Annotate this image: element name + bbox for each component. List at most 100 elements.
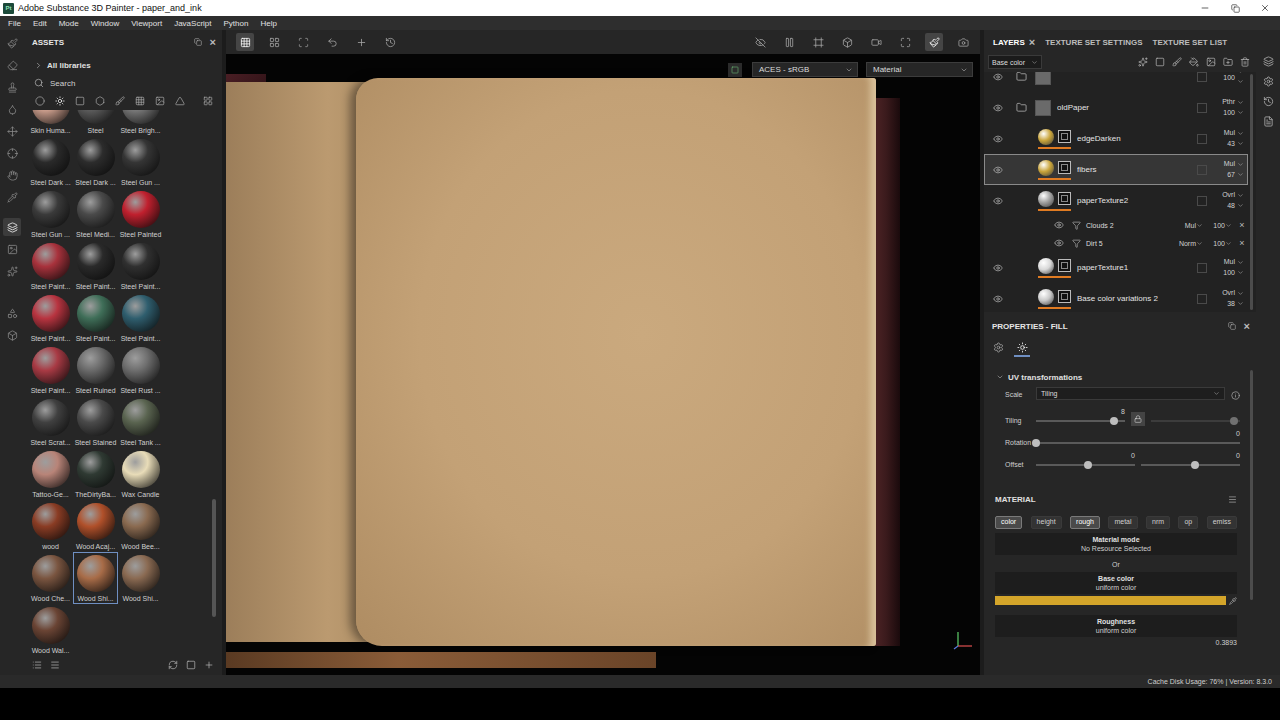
mesh-icon[interactable] bbox=[7, 330, 18, 341]
display-channel-dropdown[interactable]: Material bbox=[866, 62, 973, 77]
fill-layer-icon[interactable] bbox=[1189, 57, 1199, 67]
layer-row[interactable]: paperTexture2Ovrl48 bbox=[984, 185, 1248, 216]
slider-thumb[interactable] bbox=[1032, 439, 1040, 447]
material-icon[interactable] bbox=[1017, 342, 1028, 353]
layer-opacity[interactable]: 100 bbox=[1223, 269, 1235, 277]
info-icon[interactable] bbox=[1231, 391, 1240, 400]
filter-icon[interactable] bbox=[95, 96, 105, 106]
mask-slot[interactable] bbox=[1197, 134, 1207, 144]
section-header[interactable]: UV transformations bbox=[984, 370, 1248, 384]
close-tab-button[interactable]: × bbox=[1029, 37, 1035, 48]
flip-icon[interactable] bbox=[327, 37, 338, 48]
channel-toggle[interactable]: emiss bbox=[1207, 516, 1237, 529]
chevron-down-icon[interactable] bbox=[996, 373, 1004, 381]
settings-icon[interactable] bbox=[1263, 76, 1274, 87]
close-panel-button[interactable]: × bbox=[210, 37, 216, 48]
eraser-icon[interactable] bbox=[7, 60, 18, 71]
mask-slot[interactable] bbox=[1197, 294, 1207, 304]
tool-button[interactable] bbox=[3, 144, 21, 162]
eye-icon[interactable] bbox=[993, 294, 1003, 304]
chevron-down-icon[interactable] bbox=[1196, 222, 1203, 229]
channel-toggle[interactable]: metal bbox=[1108, 516, 1137, 529]
chevron-down-icon[interactable] bbox=[845, 66, 853, 74]
effect-opacity[interactable]: 100 bbox=[1203, 240, 1225, 247]
filter-button[interactable] bbox=[174, 95, 186, 107]
asset-item[interactable]: Steel Painted bbox=[118, 188, 163, 240]
viewport-tool[interactable] bbox=[381, 33, 399, 51]
display-icon[interactable] bbox=[731, 66, 739, 74]
layer-opacity[interactable]: 100 bbox=[1223, 74, 1235, 82]
layer-opacity[interactable]: 48 bbox=[1227, 202, 1235, 210]
mask-slot[interactable] bbox=[1197, 165, 1207, 175]
asset-item[interactable]: Steel Paint... bbox=[118, 292, 163, 344]
roughness-source[interactable]: Roughnessuniform color bbox=[995, 615, 1237, 637]
tiling-slider[interactable] bbox=[1151, 407, 1240, 426]
search-field[interactable]: Search bbox=[24, 74, 222, 92]
chevron-down-icon[interactable] bbox=[1237, 290, 1244, 297]
visibility-toggle[interactable] bbox=[989, 134, 1007, 144]
offset-slider[interactable]: 0 bbox=[1036, 451, 1135, 470]
blend-mode[interactable]: Mul bbox=[1224, 129, 1235, 137]
minimize-icon[interactable] bbox=[1200, 3, 1210, 13]
slider-thumb[interactable] bbox=[1110, 417, 1118, 425]
assets-icon[interactable] bbox=[7, 222, 18, 233]
base-color-source[interactable]: Base coloruniform color bbox=[995, 572, 1237, 594]
tool-button[interactable] bbox=[3, 188, 21, 206]
slider-thumb[interactable] bbox=[1191, 461, 1199, 469]
chevron-down-icon[interactable] bbox=[1237, 72, 1244, 75]
picker-icon[interactable] bbox=[7, 192, 18, 203]
asset-item[interactable]: Steel Gun ... bbox=[28, 188, 73, 240]
add-view-icon[interactable] bbox=[356, 37, 367, 48]
filter-button[interactable] bbox=[154, 95, 166, 107]
detach-icon[interactable] bbox=[194, 38, 202, 46]
rotation-slider[interactable]: 0 bbox=[1036, 429, 1240, 448]
paint-layer-icon[interactable] bbox=[1172, 57, 1182, 67]
offset-slider[interactable]: 0 bbox=[1141, 451, 1240, 470]
chevron-down-icon[interactable] bbox=[1237, 130, 1244, 137]
shapes-icon[interactable] bbox=[7, 308, 18, 319]
log-icon[interactable] bbox=[1263, 116, 1274, 127]
channel-toggle[interactable]: color bbox=[995, 516, 1022, 529]
layer-row[interactable]: edgeDarkenMul43 bbox=[984, 123, 1248, 154]
mask-thumbnail[interactable] bbox=[1058, 130, 1071, 143]
screenshot-icon[interactable] bbox=[958, 37, 969, 48]
mask-slot[interactable] bbox=[1197, 72, 1207, 82]
viewport-tool[interactable] bbox=[323, 33, 341, 51]
image-layer-icon[interactable] bbox=[1206, 57, 1216, 67]
visibility-toggle[interactable] bbox=[989, 165, 1007, 175]
mask-slot[interactable] bbox=[1197, 263, 1207, 273]
slider-thumb[interactable] bbox=[1084, 461, 1092, 469]
split-view-icon[interactable] bbox=[269, 37, 280, 48]
asset-item[interactable]: Steel Dark ... bbox=[28, 136, 73, 188]
filter-button[interactable] bbox=[34, 95, 46, 107]
effect-icon[interactable] bbox=[1072, 221, 1081, 230]
blend-mode[interactable]: Ovrl bbox=[1222, 191, 1235, 199]
object-icon[interactable] bbox=[842, 37, 853, 48]
folder-icon[interactable] bbox=[1016, 72, 1027, 82]
asset-item[interactable]: Wood Bee... bbox=[118, 500, 163, 552]
restore-icon[interactable] bbox=[1231, 4, 1240, 13]
lock-button[interactable] bbox=[1131, 412, 1145, 426]
pause-icon[interactable] bbox=[784, 37, 795, 48]
blend-mode[interactable]: Mul bbox=[1224, 258, 1235, 266]
material-icon[interactable] bbox=[55, 96, 65, 106]
layer-opacity[interactable]: 67 bbox=[1227, 171, 1235, 179]
mask-thumbnail[interactable] bbox=[1058, 161, 1071, 174]
layer-opacity[interactable]: 38 bbox=[1227, 300, 1235, 308]
asset-item[interactable]: Steel Paint... bbox=[118, 240, 163, 292]
chevron-down-icon[interactable] bbox=[1237, 171, 1244, 178]
remove-effect-button[interactable]: × bbox=[1236, 238, 1248, 248]
chevron-down-icon[interactable] bbox=[1237, 300, 1244, 307]
chevron-down-icon[interactable] bbox=[1225, 240, 1232, 247]
chevron-down-icon[interactable] bbox=[1213, 390, 1220, 397]
effect-row[interactable]: Dirt 5Norm100× bbox=[984, 234, 1248, 252]
material-mode[interactable]: Material modeNo Resource Selected bbox=[995, 533, 1237, 555]
filter-button[interactable] bbox=[134, 95, 146, 107]
mask-slot[interactable] bbox=[1197, 196, 1207, 206]
slider-thumb[interactable] bbox=[1230, 417, 1238, 425]
symmetry-icon[interactable] bbox=[298, 37, 309, 48]
layer-row[interactable]: Base color variations 2Ovrl38 bbox=[984, 283, 1248, 312]
filter-button[interactable] bbox=[114, 95, 126, 107]
camera-mode-icon[interactable] bbox=[871, 37, 882, 48]
visibility-toggle[interactable] bbox=[1050, 220, 1068, 230]
